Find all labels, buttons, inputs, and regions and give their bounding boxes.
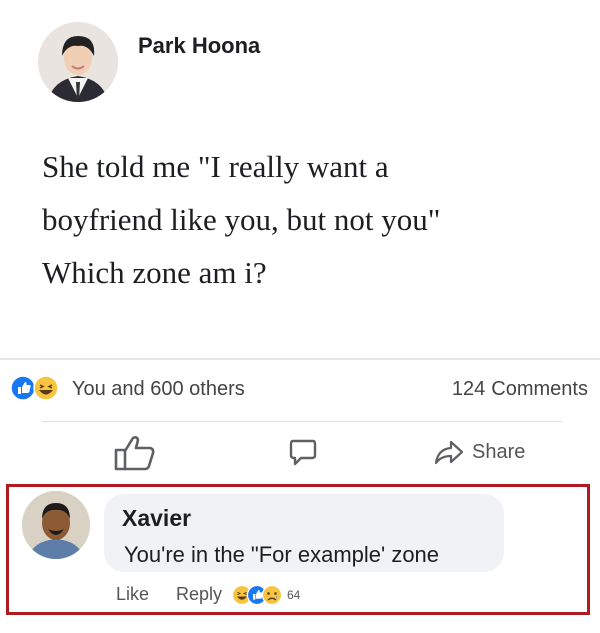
like-button[interactable] [112,432,158,472]
share-icon [434,440,464,465]
comments-count[interactable]: 124 Comments [452,378,588,401]
haha-icon [33,375,59,401]
post-text-line: Which zone am i? [42,255,267,290]
post-reactions[interactable] [10,375,68,401]
sad-icon [261,584,283,606]
comments-label: Comments [491,378,588,400]
commenter-avatar[interactable] [22,491,90,559]
comment-bubble-icon [289,439,317,466]
author-name[interactable]: Park Hoona [138,33,260,59]
post-text: She told me "I really want a boyfriend l… [42,140,582,299]
comment-reply-link[interactable]: Reply [176,584,222,605]
comment-button[interactable] [289,432,317,472]
comments-number: 124 [451,378,486,400]
share-button[interactable]: Share [434,432,525,472]
like-icon [10,375,36,401]
post-text-line: boyfriend like you, but not you" [42,202,441,237]
thumbs-up-icon [114,436,155,471]
comment-text: You're in the "For example' zone [124,542,440,567]
reactions-summary[interactable]: You and 600 others [72,378,245,401]
comment-reaction-count: 64 [287,588,301,602]
divider [0,358,600,360]
share-label: Share [472,440,526,463]
post-text-line: She told me "I really want a [42,149,389,184]
divider [42,421,562,422]
comment-like-link[interactable]: Like [116,584,149,605]
commenter-name[interactable]: Xavier [122,505,191,532]
author-avatar[interactable] [38,22,118,102]
comment-reactions[interactable]: 64 [231,584,300,606]
